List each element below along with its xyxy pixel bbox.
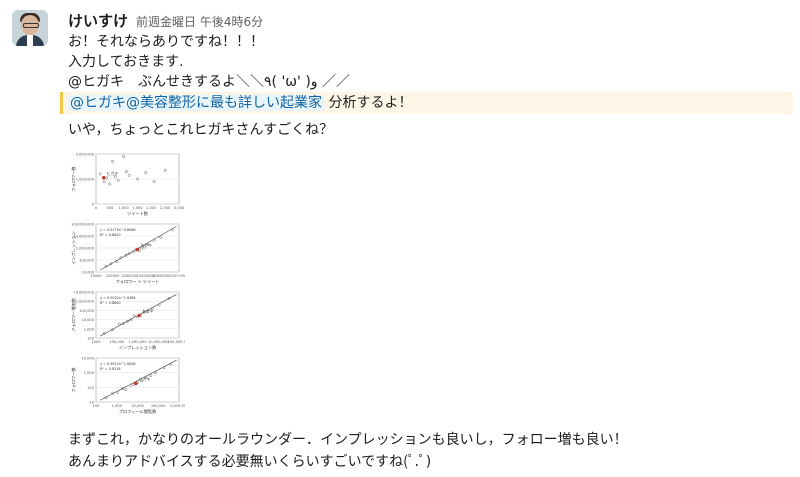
chart-2[interactable]: 100,000,00010,000,0001,000,000100,00010,… [70,220,185,288]
trendline-equation: R² = 0.8216 [100,367,121,371]
avatar-glasses [23,23,39,28]
message-timestamp[interactable]: 前週金曜日 午後4時6分 [136,13,263,30]
x-tick-label: 100,000 [151,404,167,408]
chart-3[interactable]: 10,000,0001,000,000100,00010,0001,000100… [70,288,185,354]
y-tick-label: 10,000,000 [73,291,94,295]
y-tick-label: 2,000,000 [76,153,95,157]
y-tick-label: 1,000,000 [76,178,95,182]
trendline-equation: y = 0.9912x^1.0006 [100,362,136,366]
x-axis-label: ツイート数 [127,210,149,217]
trendline-equation: R² = 0.8640 [100,301,121,305]
x-tick-label: 1000 [91,340,101,344]
message-line-2: 入力しておきます. [68,54,184,70]
highlight-point [134,381,138,386]
x-tick-label: 10,000,000 [148,340,169,344]
message-line-1: お！それならありですね！！！ [68,34,264,50]
x-tick-label: 2,000 [146,206,157,210]
y-tick-label: 100 [87,386,95,390]
highlight-point-label: ヒガキ [139,377,151,382]
message-line-6: あんまりアドバイスする必要無いくらいすごいですね(ﾟ.ﾟ) [68,454,432,470]
y-tick-label: 1,000,000 [76,247,95,251]
x-tick-label: 500 [106,206,114,210]
y-axis-label: フォロワー数 [70,367,77,393]
avatar[interactable] [12,10,48,46]
x-tick-label: 10,000 [131,404,144,408]
y-tick-label: 10,000 [81,357,94,361]
message-line-5: まずこれ，かなりのオールラウンダー．インプレッションも良いし，フォロー増も良い！ [68,432,628,448]
highlight-point [102,176,106,180]
user-mention[interactable]: @ヒガキ@美容整形に最も詳しい起業家 [68,95,324,111]
y-tick-label: 1,000 [84,327,95,331]
x-tick-label: 0 [95,206,98,210]
x-axis-label: インプレッション数 [119,344,157,351]
highlighted-message-text: 分析するよ！ [324,95,413,111]
trendline-equation: y = 0.0032x^1.0484 [100,296,136,300]
message-line-3: @ヒガキ ぶんせきするよ＼＼٩( 'ω' )و ／／ [68,74,350,90]
x-tick-label: 1,500 [132,206,143,210]
y-tick-label: 1,000,000 [76,300,95,304]
highlight-point [137,313,141,318]
y-tick-label: 10,000,000 [73,235,94,239]
x-tick-label: 1000000 [121,274,138,278]
chart-1[interactable]: 2,000,0001,000,00000 500 1,000 1,500 2,000 2,… [70,150,185,220]
trendline-equation: y = 3.5175x^0.8066 [100,228,136,232]
x-tick-label: 1,000 [112,404,123,408]
x-tick-label: 10000 [90,274,102,278]
x-tick-label: 2,500 [160,206,171,210]
message-line-4: いや，ちょっとこれヒガキさんすごくね？ [68,122,334,138]
x-tick-label: 100,000 [109,340,125,344]
author-name[interactable]: けいすけ [68,10,128,31]
y-axis-label: フォロワー数 [70,166,77,192]
x-tick-label: 3,000 [174,206,185,210]
highlight-point-label: ヒガキ [141,242,153,247]
x-tick-label: 1,000,000 [128,340,147,344]
trendline-equation: R² = 0.8810 [100,233,121,237]
highlight-point-label: ヒガキ [142,308,154,313]
avatar-shirt [27,35,33,46]
x-tick-label: 1,000 [119,206,130,210]
x-tick-label: 1,000,000 [170,404,185,408]
message-header: けいすけ 前週金曜日 午後4時6分 [68,10,263,30]
x-tick-label: 100,000,000 [168,340,185,344]
y-tick-label: 10,000 [81,318,94,322]
highlight-point-label: ヒガキ [107,171,119,176]
highlighted-message-line: @ヒガキ@美容整形に最も詳しい起業家 分析するよ！ [68,93,412,113]
chart-4[interactable]: 10,0001,00010010100 1,000 10,000 100,000 1,0… [70,354,185,418]
highlight-point [135,247,140,252]
y-tick-label: 1,000 [84,371,95,375]
y-tick-label: 100,000,000 [71,223,95,227]
x-tick-label: 100000000 [152,274,173,278]
x-axis-label: フォロワー × ツイート [116,279,160,284]
x-tick-label: 100 [93,404,101,408]
y-tick-label: 100,000 [79,309,95,313]
x-tick-label: 100000 [106,274,120,278]
y-axis-label: フォロワー増加数 [70,297,77,331]
y-tick-label: 100,000 [79,259,95,263]
x-tick-label: 1E+09 [173,274,185,278]
x-axis-label: プロフィール閲覧数 [119,408,157,415]
